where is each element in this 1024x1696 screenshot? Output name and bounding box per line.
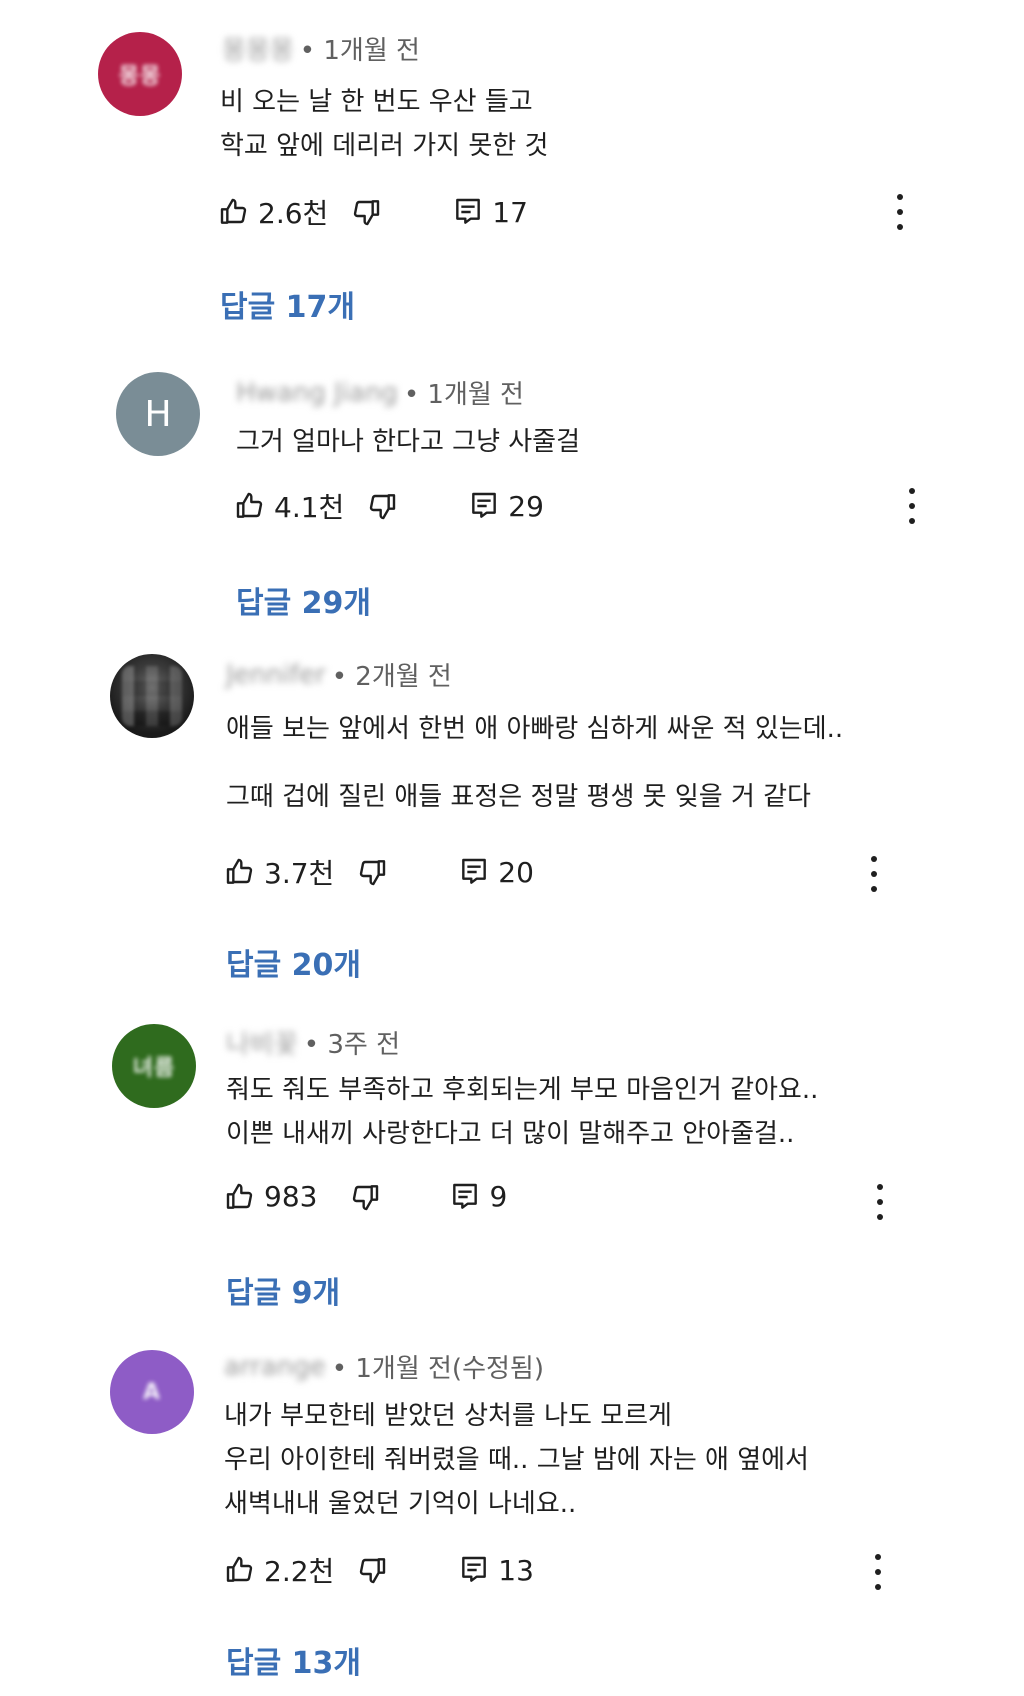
dislike-button[interactable]: [366, 490, 398, 522]
timestamp[interactable]: • 1개월 전: [404, 374, 524, 411]
thumbs-up-icon: [226, 1183, 253, 1209]
thumbs-down-icon: [370, 494, 396, 520]
comment-text: 애들 보는 앞에서 한번 애 아빠랑 심하게 싸운 적 있는데.. 그때 겁에 …: [226, 712, 843, 814]
reply-count: 17: [492, 195, 528, 229]
replies-link[interactable]: 답글 29개: [236, 578, 371, 622]
avatar-photo-image: [122, 666, 182, 726]
avatar[interactable]: A: [110, 1350, 194, 1434]
comment-text: 그거 얼마나 한다고 그냥 사줄걸: [236, 420, 580, 464]
like-count: 2.6천: [258, 197, 329, 230]
comment-text: 줘도 줘도 부족하고 후회되는게 부모 마음인거 같아요.. 이쁜 내새끼 사랑…: [226, 1068, 818, 1156]
comment-line: 비 오는 날 한 번도 우산 들고: [220, 87, 533, 117]
author-name[interactable]: 나비꽃: [226, 1024, 298, 1061]
dislike-button[interactable]: [356, 856, 388, 888]
comment-line: 줘도 줘도 부족하고 후회되는게 부모 마음인거 같아요..: [226, 1075, 819, 1105]
more-vert-icon[interactable]: [866, 1554, 890, 1590]
comment-icon: [453, 1183, 478, 1209]
comment-icon: [462, 1556, 487, 1582]
reply-button[interactable]: 17: [452, 196, 528, 229]
comment-actions: 2.6천 17: [218, 192, 528, 232]
like-button[interactable]: 983: [224, 1180, 317, 1213]
avatar-initials: H: [144, 393, 172, 435]
like-button[interactable]: 2.6천: [218, 192, 328, 232]
reply-button[interactable]: 9: [449, 1180, 507, 1213]
timestamp[interactable]: • 1개월 전: [300, 30, 420, 67]
avatar[interactable]: 녀름: [112, 1024, 196, 1108]
comment-line: [226, 746, 843, 780]
comment-actions: 3.7천 20: [224, 852, 534, 892]
comment-line: 우리 아이한테 줘버렸을 때.. 그날 밤에 자는 애 옆에서: [224, 1445, 809, 1475]
comment-text: 비 오는 날 한 번도 우산 들고 학교 앞에 데리러 가지 못한 것: [220, 80, 548, 168]
thumbs-up-icon: [226, 858, 253, 884]
reply-count: 9: [489, 1180, 508, 1213]
comment-actions: 4.1천 29: [234, 486, 544, 526]
dislike-button[interactable]: [349, 1181, 381, 1213]
reply-count: 20: [498, 855, 534, 889]
comment-actions: 983 9: [224, 1180, 507, 1213]
replies-link[interactable]: 답글 17개: [220, 282, 355, 326]
like-button[interactable]: 4.1천: [234, 486, 344, 526]
comment-line: 그거 얼마나 한다고 그냥 사줄걸: [236, 427, 581, 457]
more-vert-icon[interactable]: [868, 1184, 892, 1220]
thumbs-down-icon: [354, 200, 380, 226]
reply-button[interactable]: 20: [458, 856, 534, 889]
more-vert-icon[interactable]: [862, 856, 886, 892]
comment-line: 학교 앞에 데리러 가지 못한 것: [220, 131, 549, 161]
author-name[interactable]: Hwang Jiang: [236, 378, 398, 408]
timestamp[interactable]: • 1개월 전(수정됨): [332, 1348, 544, 1385]
reply-button[interactable]: 29: [468, 490, 544, 523]
reply-button[interactable]: 13: [458, 1554, 534, 1587]
timestamp[interactable]: • 3주 전: [304, 1024, 400, 1061]
comment-line: 그때 겁에 질린 애들 표정은 정말 평생 못 잊을 거 같다: [226, 782, 811, 812]
comment-text: 내가 부모한테 받았던 상처를 나도 모르게 우리 아이한테 줘버렸을 때.. …: [224, 1394, 809, 1526]
avatar-initials: 녀름: [132, 1056, 176, 1081]
comment-meta: Jennifer • 2개월 전: [226, 656, 452, 693]
comment-line: 애들 보는 앞에서 한번 애 아빠랑 심하게 싸운 적 있는데..: [226, 714, 844, 744]
like-count: 2.2천: [264, 1555, 335, 1588]
replies-link[interactable]: 답글 13개: [226, 1638, 361, 1682]
reply-count: 29: [508, 489, 544, 523]
like-count: 3.7천: [264, 857, 335, 890]
thumbs-down-icon: [360, 860, 386, 886]
comment-icon: [456, 198, 481, 224]
comment-meta: 몽몽몽 • 1개월 전: [222, 30, 420, 67]
thumbs-up-icon: [236, 492, 263, 518]
avatar-initials: A: [142, 1379, 162, 1405]
avatar[interactable]: H: [116, 372, 200, 456]
replies-link[interactable]: 답글 20개: [226, 940, 361, 984]
comment-line: 이쁜 내새끼 사랑한다고 더 많이 말해주고 안아줄걸..: [226, 1119, 795, 1149]
timestamp[interactable]: • 2개월 전: [332, 656, 452, 693]
thumbs-down-icon: [353, 1184, 379, 1210]
comment-icon: [472, 492, 497, 518]
author-name[interactable]: Jennifer: [226, 660, 326, 690]
comment-icon: [462, 858, 487, 884]
comment-line: 내가 부모한테 받았던 상처를 나도 모르게: [224, 1401, 672, 1431]
thumbs-up-icon: [220, 198, 247, 224]
dislike-button[interactable]: [350, 196, 382, 228]
comment-meta: arrange • 1개월 전(수정됨): [224, 1348, 544, 1385]
thumbs-down-icon: [360, 1558, 386, 1584]
dislike-button[interactable]: [356, 1554, 388, 1586]
comment-meta: 나비꽃 • 3주 전: [226, 1024, 400, 1061]
comment-line: 새벽내내 울었던 기억이 나네요..: [224, 1489, 577, 1519]
comment-meta: Hwang Jiang • 1개월 전: [236, 374, 524, 411]
avatar[interactable]: [110, 654, 194, 738]
like-button[interactable]: 2.2천: [224, 1550, 334, 1590]
like-count: 4.1천: [274, 491, 345, 524]
like-count: 983: [264, 1180, 318, 1213]
author-name[interactable]: arrange: [224, 1352, 326, 1382]
more-vert-icon[interactable]: [888, 194, 912, 230]
avatar-initials: 몽몽: [118, 64, 162, 89]
like-button[interactable]: 3.7천: [224, 852, 334, 892]
more-vert-icon[interactable]: [900, 488, 924, 524]
replies-link[interactable]: 답글 9개: [226, 1268, 340, 1312]
avatar[interactable]: 몽몽: [98, 32, 182, 116]
reply-count: 13: [498, 1553, 534, 1587]
comment-actions: 2.2천 13: [224, 1550, 534, 1590]
thumbs-up-icon: [226, 1556, 253, 1582]
author-name[interactable]: 몽몽몽: [222, 30, 294, 67]
